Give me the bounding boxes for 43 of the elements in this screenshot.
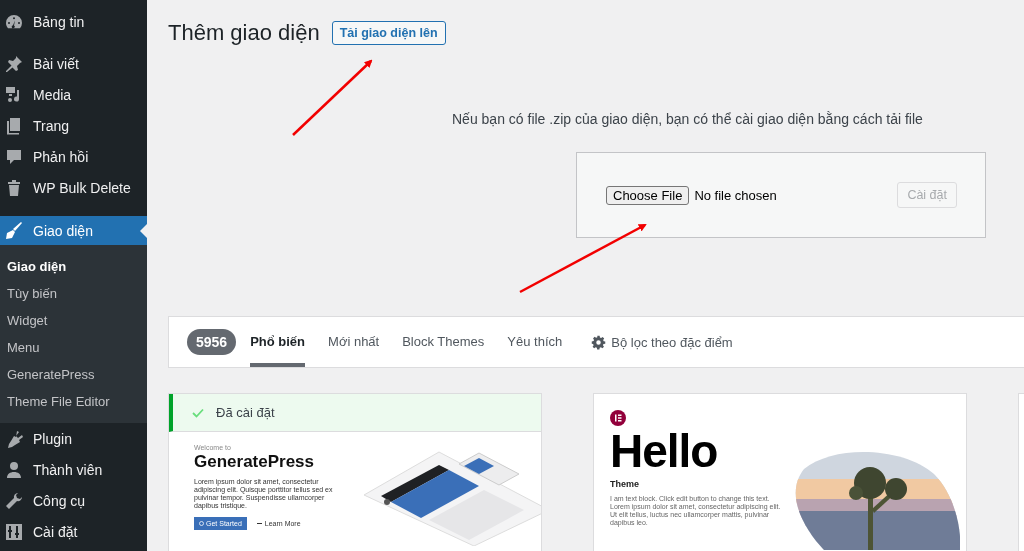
- sidebar-nav-item[interactable]: Plugin: [0, 423, 147, 454]
- filter-tab[interactable]: Block Themes: [402, 317, 485, 367]
- current-page-pointer: [140, 224, 147, 238]
- sidebar-nav-item[interactable]: WP Bulk Delete: [0, 172, 147, 203]
- submenu-item[interactable]: GeneratePress: [0, 361, 147, 388]
- sidebar-nav-item[interactable]: Bảng tin: [0, 6, 147, 37]
- sidebar-nav-item[interactable]: Media: [0, 79, 147, 110]
- upload-theme-button[interactable]: Tải giao diện lên: [331, 21, 446, 45]
- sidebar-nav-item[interactable]: Cài đặt: [0, 516, 147, 547]
- wrench-icon: [4, 490, 24, 511]
- theme-count-badge: 5956: [187, 329, 237, 355]
- submenu-item[interactable]: Theme File Editor: [0, 388, 147, 415]
- file-status: No file chosen: [694, 187, 777, 203]
- sidebar-nav-item[interactable]: Thành viên: [0, 454, 147, 485]
- check-icon: [192, 407, 204, 418]
- sidebar-nav-item[interactable]: Phản hồi: [0, 141, 147, 172]
- filter-tab[interactable]: Mới nhất: [328, 317, 380, 367]
- preview-title: GeneratePress: [194, 452, 316, 472]
- preview-title: Hello: [610, 428, 719, 474]
- submenu-item[interactable]: Menu: [0, 334, 147, 361]
- settings-icon: [591, 334, 607, 350]
- submenu-item[interactable]: Tùy biến: [0, 280, 147, 307]
- preview-subtitle: Theme: [610, 479, 640, 489]
- sidebar-nav-item[interactable]: Trang: [0, 110, 147, 141]
- upload-description: Nếu bạn có file .zip của giao diện, bạn có thể cài giao diện bằng cách tải file: [452, 111, 924, 129]
- sidebar-nav-item[interactable]: Bài viết: [0, 48, 147, 79]
- theme-card[interactable]: [168, 393, 542, 551]
- filter-tab[interactable]: Yêu thích: [507, 317, 563, 367]
- settings-icon: [4, 521, 24, 542]
- power-icon: [199, 521, 204, 526]
- filter-tab[interactable]: Phổ biến: [250, 317, 306, 367]
- submenu-item[interactable]: Widget: [0, 307, 147, 334]
- submenu-item[interactable]: Giao diện: [0, 253, 147, 280]
- choose-file-button[interactable]: Choose File: [606, 185, 690, 205]
- brush-icon: [4, 220, 24, 241]
- sidebar-nav-item[interactable]: Giao diện: [0, 216, 147, 245]
- sidebar-nav-item[interactable]: Công cụ: [0, 485, 147, 516]
- feature-filter-link[interactable]: Bộ lọc theo đặc điểm: [591, 334, 733, 350]
- user-icon: [4, 459, 24, 480]
- installed-label: Đã cài đặt: [216, 405, 275, 420]
- logo-icon: [610, 410, 626, 426]
- pin-icon: [4, 53, 24, 74]
- page-title: Thêm giao diện: [168, 20, 320, 46]
